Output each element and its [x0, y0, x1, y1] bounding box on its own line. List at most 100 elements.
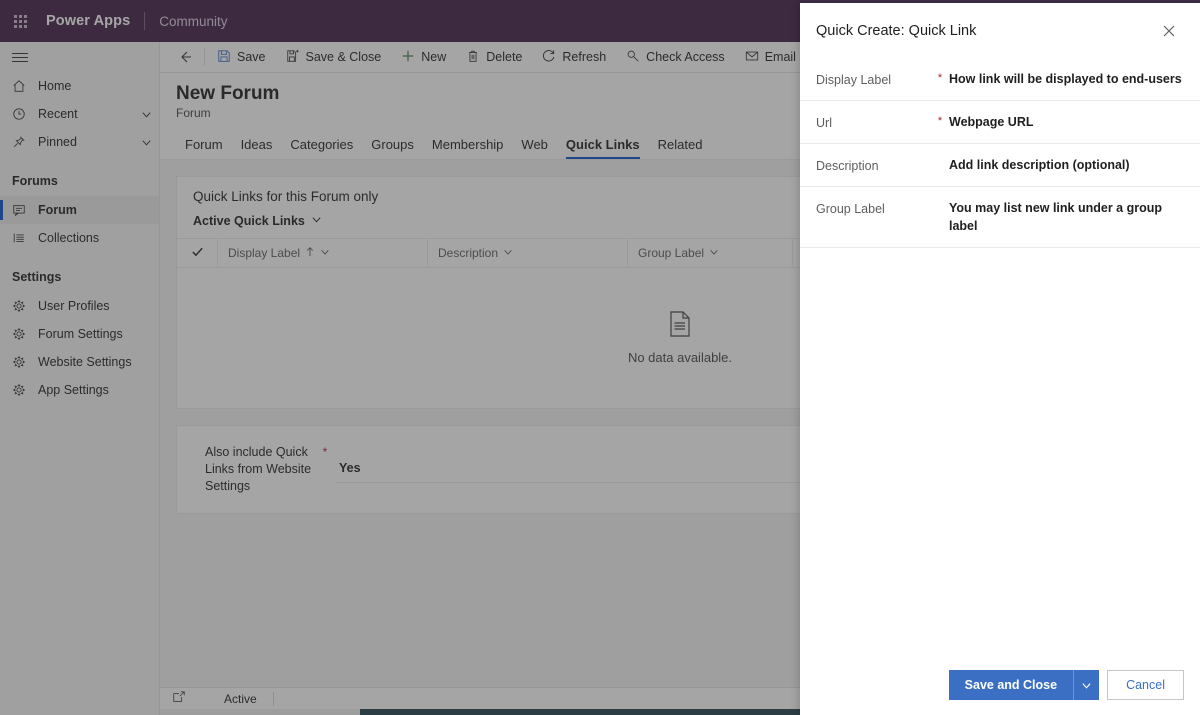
sidebar-item-label: Forum [38, 203, 77, 217]
new-button[interactable]: New [391, 42, 456, 73]
field-label: Also include Quick Links from Website Se… [205, 445, 312, 493]
pin-icon [12, 135, 38, 149]
brand-divider [144, 12, 146, 30]
chevron-down-icon[interactable] [1073, 670, 1100, 700]
tab-forum[interactable]: Forum [176, 137, 232, 159]
required-marker: * [937, 115, 943, 127]
check-access-button[interactable]: Check Access [616, 42, 735, 73]
sidebar-item-collections[interactable]: Collections [0, 224, 159, 252]
open-in-new-icon[interactable] [172, 690, 186, 707]
grid-empty-message: No data available. [627, 350, 733, 365]
save-button[interactable]: Save [207, 42, 276, 73]
tab-related[interactable]: Related [649, 137, 712, 159]
field-label: Group Label [816, 202, 885, 216]
url-input[interactable]: Webpage URL [949, 113, 1184, 131]
quick-create-title: Quick Create: Quick Link [816, 22, 977, 39]
checkmark-icon [191, 245, 204, 261]
sidebar-item-website-settings[interactable]: Website Settings [0, 348, 159, 376]
field-label: Url [816, 116, 832, 130]
sidebar-item-forum[interactable]: Forum [0, 196, 159, 224]
column-header-display-label[interactable]: Display Label [217, 238, 427, 268]
app-name-label[interactable]: Community [159, 14, 227, 29]
waffle-grid-icon[interactable] [0, 0, 40, 42]
document-icon [669, 311, 691, 342]
refresh-button[interactable]: Refresh [532, 42, 616, 73]
close-icon[interactable] [1154, 16, 1184, 46]
home-icon [12, 79, 38, 93]
chevron-down-icon[interactable] [320, 246, 330, 260]
field-group-label: Group Label You may list new link under … [800, 187, 1200, 248]
sidebar-item-forum-settings[interactable]: Forum Settings [0, 320, 159, 348]
required-marker [931, 199, 949, 201]
forum-icon [12, 203, 38, 217]
sidebar-item-label: Collections [38, 231, 100, 245]
collections-icon [12, 231, 38, 245]
column-header-group-label[interactable]: Group Label [627, 238, 792, 268]
sidebar-item-recent[interactable]: Recent [0, 100, 159, 128]
chevron-down-icon[interactable] [709, 246, 719, 260]
quick-create-footer: Save and Close Cancel [800, 655, 1200, 715]
save-and-close-button[interactable]: Save & Close [276, 42, 392, 73]
column-header-label: Description [438, 246, 499, 260]
brand-label[interactable]: Power Apps [40, 13, 130, 29]
tab-membership[interactable]: Membership [423, 137, 513, 159]
save-and-close-button[interactable]: Save and Close [948, 670, 1074, 700]
field-description: Description Add link description (option… [800, 144, 1200, 187]
save-close-icon [286, 49, 300, 66]
sidebar-item-pinned[interactable]: Pinned [0, 128, 159, 156]
chevron-down-icon [311, 214, 322, 228]
tab-web[interactable]: Web [512, 137, 557, 159]
command-label: Save [237, 50, 266, 64]
plus-icon [401, 49, 415, 66]
chevron-down-icon[interactable] [133, 109, 159, 120]
required-marker [931, 156, 949, 158]
nav-group-settings: Settings [12, 270, 62, 284]
quick-create-form: Display Label * How link will be display… [800, 58, 1200, 248]
tab-categories[interactable]: Categories [281, 137, 362, 159]
tab-groups[interactable]: Groups [362, 137, 423, 159]
delete-button[interactable]: Delete [456, 42, 532, 73]
refresh-icon [542, 49, 556, 66]
quick-create-header: Quick Create: Quick Link [800, 3, 1200, 58]
column-header-label: Group Label [638, 246, 705, 260]
sidebar-item-label: Recent [38, 107, 78, 121]
cancel-button[interactable]: Cancel [1107, 670, 1184, 700]
command-label: Check Access [646, 50, 725, 64]
field-label: Description [816, 159, 879, 173]
column-header-description[interactable]: Description [427, 238, 627, 268]
command-divider [204, 48, 205, 66]
group-label-input[interactable]: You may list new link under a group labe… [949, 199, 1184, 235]
field-url: Url * Webpage URL [800, 101, 1200, 144]
command-label: Save & Close [305, 50, 382, 64]
tab-quick-links[interactable]: Quick Links [557, 137, 649, 159]
power-apps-window: Power Apps Community Home Recent Pinned … [0, 0, 1200, 715]
chevron-down-icon[interactable] [133, 137, 159, 148]
chevron-down-icon[interactable] [503, 246, 513, 260]
gear-icon [12, 383, 38, 397]
horizontal-scrollbar-thumb[interactable] [360, 709, 840, 715]
left-navigation-pane: Home Recent Pinned Forums Forum Collecti… [0, 42, 160, 715]
field-display-label: Display Label * How link will be display… [800, 58, 1200, 101]
sidebar-item-label: App Settings [38, 383, 109, 397]
sidebar-item-user-profiles[interactable]: User Profiles [0, 292, 159, 320]
display-label-input[interactable]: How link will be displayed to end-users [949, 70, 1184, 88]
nav-group-forums: Forums [12, 174, 58, 188]
sidebar-item-label: Website Settings [38, 355, 132, 369]
description-input[interactable]: Add link description (optional) [949, 156, 1184, 174]
sidebar-item-home[interactable]: Home [0, 72, 159, 100]
hamburger-icon[interactable] [0, 42, 159, 72]
back-arrow-icon[interactable] [168, 42, 202, 73]
gear-icon [12, 327, 38, 341]
required-marker: * [322, 445, 328, 459]
field-label: Display Label [816, 73, 892, 87]
status-divider [272, 691, 274, 706]
sidebar-item-label: Home [38, 79, 72, 93]
sidebar-item-app-settings[interactable]: App Settings [0, 376, 159, 404]
tab-ideas[interactable]: Ideas [232, 137, 282, 159]
key-icon [626, 49, 640, 66]
select-all-checkbox[interactable] [177, 245, 217, 261]
command-label: Delete [486, 50, 523, 64]
view-selector-label: Active Quick Links [193, 214, 305, 228]
